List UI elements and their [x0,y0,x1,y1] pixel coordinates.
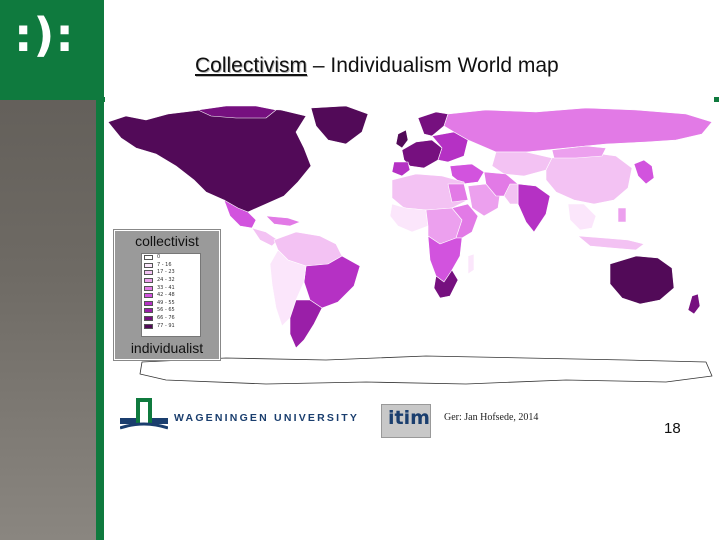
legend-item-label: 49 - 55 [157,299,175,306]
legend-item: 66 - 76 [144,315,200,323]
itim-logo: itim [381,404,431,438]
legend-item-label: 56 - 65 [157,307,175,314]
region-greenland [310,105,369,145]
legend-item-label: 24 - 32 [157,277,175,284]
corner-mark-right [714,97,719,102]
map-legend: collectivist 07 - 16 17 - 23 24 - 32 33 - 4… [113,229,221,361]
region-central-asia [491,151,553,177]
legend-key-list: 07 - 16 17 - 23 24 - 32 33 - 41 42 - 48 49 - … [141,253,201,337]
green-divider [96,0,104,540]
logo-face-text: :): [14,8,75,62]
legend-swatch [144,293,153,299]
region-central-america [251,227,279,247]
legend-item: 7 - 16 [144,262,200,270]
wur-face-logo: :): [0,0,100,100]
page-number: 18 [664,420,681,437]
legend-swatch [144,323,153,329]
region-north-america [107,107,312,213]
region-antarctica [139,355,713,385]
region-australia [609,255,675,305]
legend-swatch [144,285,153,291]
region-madagascar [467,253,475,275]
legend-item-label: 42 - 48 [157,292,175,299]
region-russia [443,107,713,153]
legend-individualist-label: individualist [115,340,219,356]
itim-logo-text: itim [388,407,430,429]
source-credit: Ger: Jan Hofsede, 2014 [444,412,539,423]
region-iberia [391,161,411,177]
legend-swatch [144,262,153,268]
legend-swatch [144,270,153,276]
legend-item-label: 77 - 91 [157,322,175,329]
region-china [545,151,633,205]
legend-swatch [144,300,153,306]
legend-item: 0 [144,254,200,262]
legend-item-label: 17 - 23 [157,269,175,276]
region-indonesia [577,235,645,251]
region-uk-ireland [395,129,409,149]
region-new-zealand [687,293,701,315]
legend-item: 56 - 65 [144,307,200,315]
legend-swatch [144,278,153,284]
legend-item-label: 7 - 16 [157,261,172,268]
legend-swatch [144,308,153,314]
title-rest: – Individualism World map [307,54,559,77]
title-key: Collectivism [195,54,308,77]
wageningen-logo-icon [120,398,168,430]
corner-mark-left [100,97,105,102]
legend-item: 42 - 48 [144,292,200,300]
legend-swatch [144,255,153,261]
legend-item: 17 - 23 [144,269,200,277]
region-caribbean [265,215,301,227]
legend-swatch [144,316,153,322]
legend-item: 33 - 41 [144,284,200,292]
legend-item-label: 33 - 41 [157,284,175,291]
region-korea-japan [633,159,655,185]
slide-title: Collectivism – Individualism World map [195,54,559,78]
region-philippines [617,207,627,223]
region-scandinavia [417,111,449,137]
legend-item: 77 - 91 [144,322,200,330]
region-southeast-asia [567,203,597,231]
region-argentina [289,299,323,349]
legend-item: 49 - 55 [144,300,200,308]
legend-item: 24 - 32 [144,277,200,285]
legend-item-label: 66 - 76 [157,315,175,322]
legend-collectivist-label: collectivist [115,233,219,249]
university-name: WAGENINGEN UNIVERSITY [174,412,360,424]
region-southern-africa [427,235,463,283]
region-india [517,183,551,233]
legend-item-label: 0 [157,254,161,261]
